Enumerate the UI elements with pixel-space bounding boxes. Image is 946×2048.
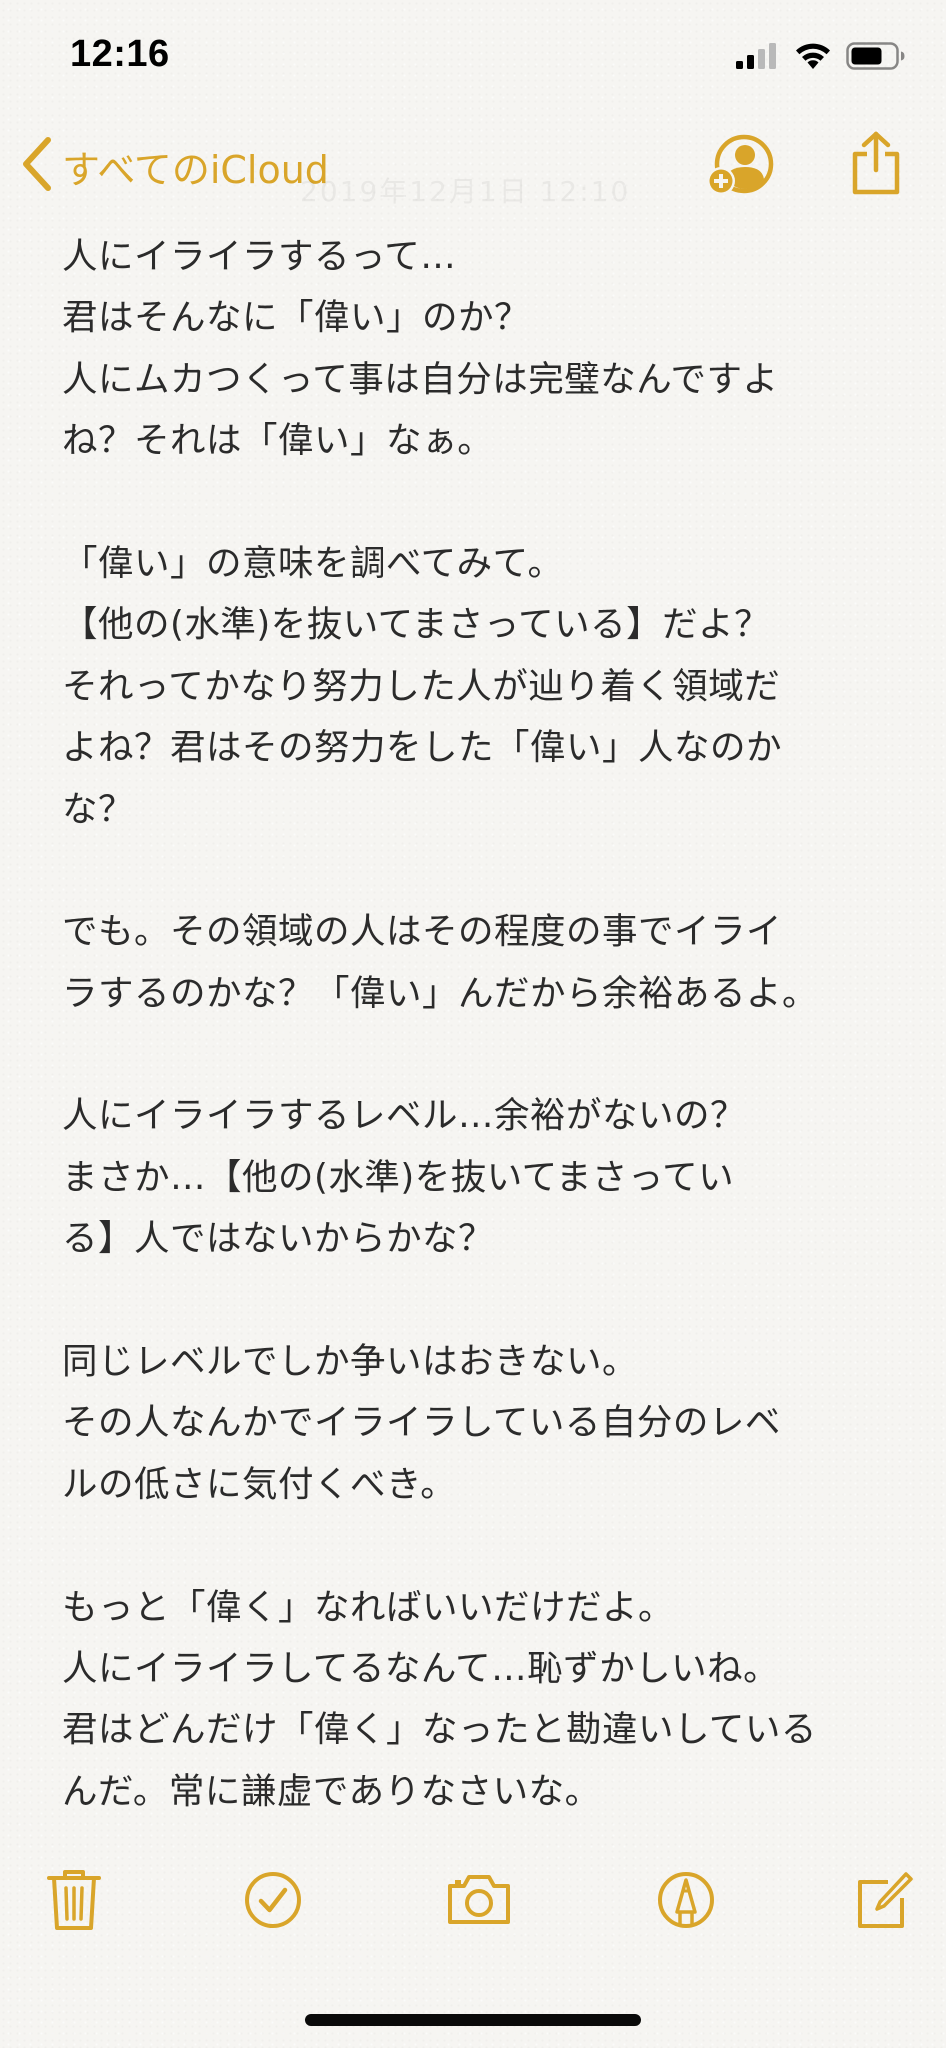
status-bar: 12:16 xyxy=(0,0,946,120)
note-line: な？ xyxy=(62,788,135,830)
delete-button[interactable] xyxy=(46,1868,102,1936)
note-line-blank xyxy=(62,1024,902,1085)
note-line: 人にムカつくって事は自分は完璧なんですよ xyxy=(62,358,779,400)
note-line: でも。その領域の人はその程度の事でイライ xyxy=(62,911,783,953)
note-line: その人なんかでイライラしている自分のレベ xyxy=(62,1402,781,1444)
bottom-toolbar xyxy=(0,1868,946,1948)
note-date-faint: 2019年12月1日 12:10 xyxy=(300,175,631,208)
checklist-button[interactable] xyxy=(243,1870,303,1934)
note-line: もっと「偉く」なればいいだけだよ。 xyxy=(62,1586,675,1628)
note-line-blank xyxy=(62,1515,902,1576)
note-line: まさか…【他の(水準)を抜いてまさってい xyxy=(62,1156,735,1198)
compose-icon xyxy=(856,1872,914,1934)
camera-icon xyxy=(446,1875,512,1930)
home-indicator[interactable] xyxy=(305,2014,641,2026)
back-button-label: すべてのiCloud xyxy=(62,147,329,192)
add-person-button[interactable] xyxy=(706,134,778,202)
checklist-icon xyxy=(243,1872,303,1934)
share-button[interactable] xyxy=(850,130,902,200)
note-body[interactable]: 人にイライラするって… 君はそんなに「偉い」のか？ 人にムカつくって事は自分は完… xyxy=(62,226,902,1822)
note-line: 同じレベルでしか争いはおきない。 xyxy=(62,1341,639,1383)
status-time: 12:16 xyxy=(70,33,170,75)
markup-button[interactable] xyxy=(656,1870,716,1934)
share-icon xyxy=(850,131,902,200)
note-line: それってかなり努力した人が辿り着く領域だ xyxy=(62,665,781,707)
note-line: 「偉い」の意味を調べてみて。 xyxy=(62,542,564,584)
note-line: 君はどんだけ「偉く」なったと勘違いしている xyxy=(62,1709,817,1751)
status-icons xyxy=(736,42,906,74)
note-line: 【他の(水準)を抜いてまさっている】だよ？ xyxy=(62,604,771,646)
compose-button[interactable] xyxy=(856,1870,914,1934)
chevron-left-icon xyxy=(20,136,54,196)
note-line: 人にイライラしてるなんて…恥ずかしいね。 xyxy=(62,1647,780,1689)
note-line: んだ。常に謙虚でありなさいな。 xyxy=(62,1770,601,1812)
battery-icon xyxy=(846,42,906,74)
note-line: ラするのかな？「偉い」んだから余裕あるよ。 xyxy=(62,972,819,1014)
note-line: 人にイライラするって… xyxy=(62,236,457,277)
wifi-icon xyxy=(794,42,832,74)
trash-icon xyxy=(46,1870,102,1936)
note-line-blank xyxy=(62,1270,902,1331)
note-line-blank xyxy=(62,840,902,901)
note-line: る】人ではないからかな？ xyxy=(62,1218,495,1260)
note-line: 君はそんなに「偉い」のか？ xyxy=(62,297,531,339)
note-line: ね？それは「偉い」なぁ。 xyxy=(62,420,494,462)
add-person-icon xyxy=(706,134,778,202)
nav-bar: すべてのiCloud 2019年12月1日 12:10 xyxy=(0,128,946,208)
camera-button[interactable] xyxy=(446,1872,512,1930)
markup-icon xyxy=(656,1872,716,1934)
back-button[interactable]: すべてのiCloud xyxy=(20,136,329,196)
note-line: ルの低さに気付くべき。 xyxy=(62,1463,457,1505)
note-line-blank xyxy=(62,472,902,533)
note-line: よね？君はその努力をした「偉い」人なのか xyxy=(62,727,783,769)
note-line: 人にイライラするレベル…余裕がないの？ xyxy=(62,1095,747,1137)
cellular-signal-icon xyxy=(736,43,780,73)
